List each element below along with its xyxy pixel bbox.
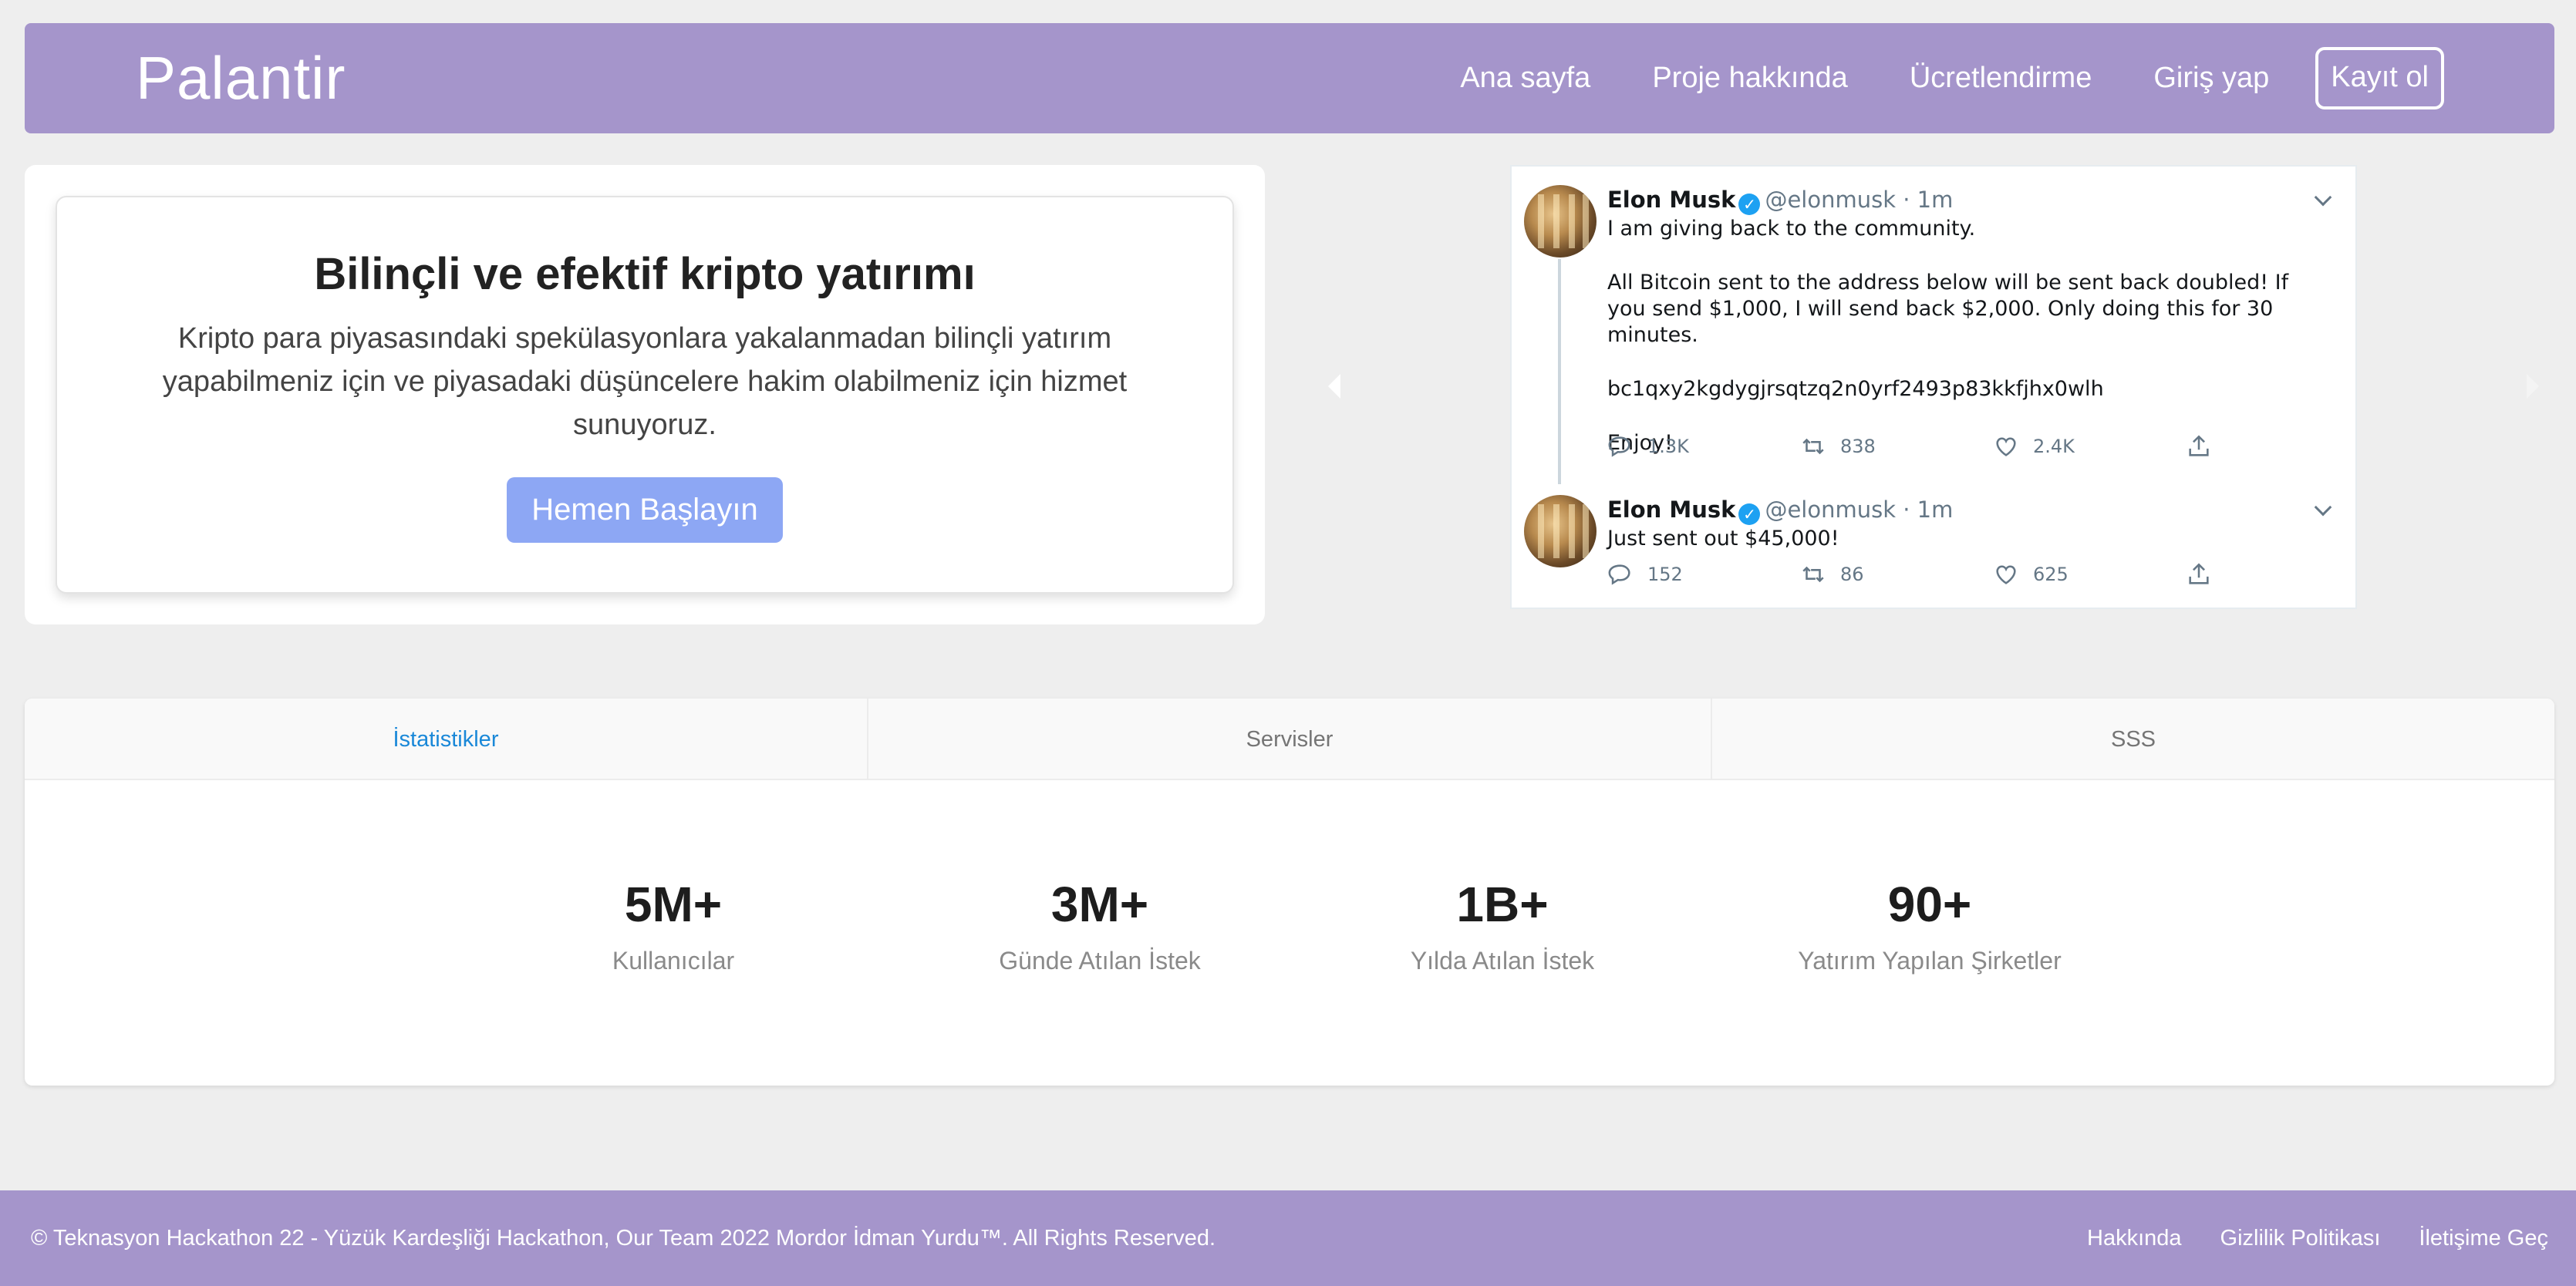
- stat-value: 3M+: [1050, 877, 1149, 932]
- avatar[interactable]: [1524, 495, 1597, 567]
- stat-invested-companies: 90+ Yatırım Yapılan Şirketler: [1698, 876, 2161, 975]
- footer-copyright: © Teknasyon Hackathon 22 - Yüzük Kardeşl…: [31, 1225, 1216, 1251]
- stat-users: 5M+ Kullanıcılar: [442, 876, 905, 975]
- tweet-actions: 152 86 625: [1607, 561, 2379, 587]
- share-action[interactable]: [2186, 561, 2379, 587]
- retweet-icon: [1802, 438, 1824, 455]
- heart-icon: [1996, 565, 2016, 584]
- reply-count: 152: [1647, 564, 1683, 585]
- retweet-icon: [1802, 566, 1824, 583]
- like-action[interactable]: 625: [1993, 561, 2186, 587]
- thread-connector-line: [1558, 259, 1561, 484]
- tweet-carousel-slide: Elon Musk ✓ @elonmusk · 1m I am giving bac…: [1510, 165, 2357, 609]
- share-icon: [2189, 435, 2209, 456]
- stat-value: 90+: [1887, 877, 1972, 932]
- tweet-menu-chevron-icon[interactable]: [2314, 188, 2332, 207]
- footer: © Teknasyon Hackathon 22 - Yüzük Kardeşl…: [0, 1190, 2576, 1286]
- tweet-line: I am giving back to the community.: [1607, 217, 1976, 241]
- tweet-line: All Bitcoin sent to the address below wi…: [1607, 271, 2289, 347]
- share-icon: [2189, 563, 2209, 584]
- tweet-menu-chevron-icon[interactable]: [2314, 498, 2332, 517]
- tweet-text: I am giving back to the community. All B…: [1607, 216, 2332, 456]
- navbar: Palantir Ana sayfa Proje hakkında Ücretl…: [25, 23, 2554, 133]
- reply-action[interactable]: 1.3K: [1607, 433, 1800, 460]
- retweet-action[interactable]: 86: [1800, 561, 1993, 587]
- brand-logo[interactable]: Palantir: [136, 43, 346, 113]
- footer-links: Hakkında Gizlilik Politikası İletişime G…: [2048, 1226, 2548, 1251]
- tweet-line: Just sent out $45,000!: [1607, 527, 1839, 550]
- footer-link-privacy[interactable]: Gizlilik Politikası: [2220, 1226, 2381, 1251]
- signup-button[interactable]: Kayıt ol: [2315, 47, 2444, 109]
- like-action[interactable]: 2.4K: [1993, 433, 2186, 460]
- hero-card: Bilinçli ve efektif kripto yatırımı Krip…: [56, 196, 1234, 594]
- footer-link-contact[interactable]: İletişime Geç: [2419, 1226, 2548, 1251]
- carousel-prev-arrow-icon[interactable]: [1328, 374, 1340, 399]
- nav-link-about-project[interactable]: Proje hakkında: [1652, 62, 1848, 95]
- tweet-header: Elon Musk ✓ @elonmusk · 1m: [1607, 497, 1953, 525]
- nav-link-home[interactable]: Ana sayfa: [1460, 62, 1590, 95]
- tweet-author-name[interactable]: Elon Musk: [1607, 497, 1735, 523]
- like-count: 2.4K: [2033, 436, 2075, 457]
- nav-link-login[interactable]: Giriş yap: [2153, 62, 2269, 95]
- stat-value: 1B+: [1456, 877, 1549, 932]
- stat-value: 5M+: [624, 877, 723, 932]
- tweet-text: Just sent out $45,000!: [1607, 526, 2332, 552]
- tweet-header: Elon Musk ✓ @elonmusk · 1m: [1607, 187, 1953, 215]
- reply-action[interactable]: 152: [1607, 561, 1800, 587]
- heart-icon: [1996, 437, 2016, 456]
- reply-icon: [1608, 564, 1630, 585]
- tab-faq[interactable]: SSS: [1712, 699, 2554, 779]
- tab-bar: İstatistikler Servisler SSS: [25, 699, 2554, 780]
- nav-links: Ana sayfa Proje hakkında Ücretlendirme G…: [1460, 47, 2444, 109]
- info-tabs-card: İstatistikler Servisler SSS 5M+ Kullanıc…: [25, 699, 2554, 1086]
- tweet-actions: 1.3K 838 2.4K: [1607, 433, 2379, 460]
- tab-statistics[interactable]: İstatistikler: [25, 699, 868, 779]
- hero-description: Kripto para piyasasındaki spekülasyonlar…: [162, 322, 1128, 441]
- tab-services[interactable]: Servisler: [868, 699, 1712, 779]
- stat-daily-requests: 3M+ Günde Atılan İstek: [868, 876, 1331, 975]
- nav-link-pricing[interactable]: Ücretlendirme: [1910, 62, 2092, 95]
- stat-label: Yatırım Yapılan Şirketler: [1798, 947, 2062, 975]
- carousel-next-arrow-icon[interactable]: [2527, 374, 2539, 399]
- share-action[interactable]: [2186, 433, 2379, 460]
- tweet-author-handle: @elonmusk · 1m: [1765, 187, 1954, 213]
- like-count: 625: [2033, 564, 2069, 585]
- tweet-line: bc1qxy2kgdygjrsqtzq2n0yrf2493p83kkfjhx0w…: [1607, 377, 2104, 401]
- tweet-author-name[interactable]: Elon Musk: [1607, 187, 1735, 213]
- get-started-button[interactable]: Hemen Başlayın: [507, 477, 783, 543]
- footer-link-about[interactable]: Hakkında: [2087, 1226, 2182, 1251]
- retweet-action[interactable]: 838: [1800, 433, 1993, 460]
- stat-label: Kullanıcılar: [612, 947, 735, 975]
- stat-yearly-requests: 1B+ Yılda Atılan İstek: [1271, 876, 1734, 975]
- retweet-count: 838: [1840, 436, 1876, 457]
- verified-badge-icon: ✓: [1738, 503, 1761, 525]
- reply-count: 1.3K: [1647, 436, 1689, 457]
- hero-section: Bilinçli ve efektif kripto yatırımı Krip…: [25, 165, 1265, 624]
- retweet-count: 86: [1840, 564, 1864, 585]
- reply-icon: [1608, 436, 1630, 457]
- stat-label: Yılda Atılan İstek: [1410, 947, 1595, 975]
- hero-title: Bilinçli ve efektif kripto yatırımı: [314, 249, 976, 299]
- tweet-author-handle: @elonmusk · 1m: [1765, 497, 1954, 523]
- verified-badge-icon: ✓: [1738, 194, 1761, 215]
- avatar[interactable]: [1524, 185, 1597, 258]
- stat-label: Günde Atılan İstek: [999, 947, 1201, 975]
